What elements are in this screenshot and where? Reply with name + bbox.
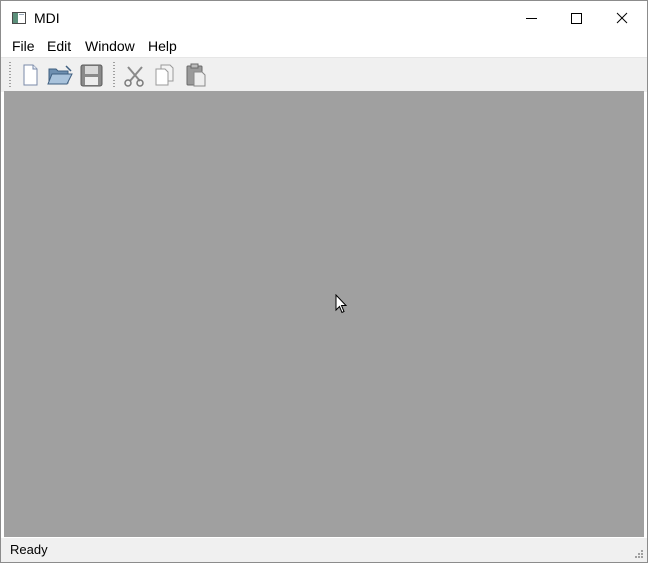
new-document-icon [23,64,38,86]
copy-pages-icon [155,64,174,86]
paste-button[interactable] [182,61,210,89]
maximize-button[interactable] [555,1,601,35]
minimize-button[interactable] [509,1,555,35]
toolbar-separator [113,62,115,88]
save-floppy-icon [80,64,103,87]
close-button[interactable] [601,1,647,35]
copy-button[interactable] [151,61,179,89]
menu-file[interactable]: File [12,38,35,54]
app-window-icon [12,12,26,24]
main-window: MDI File Edit Window Help Ready [0,0,648,563]
save-button[interactable] [77,61,105,89]
status-bar: Ready [1,538,647,562]
mdi-workspace[interactable] [4,91,644,537]
maximize-icon [571,13,582,24]
paste-clipboard-icon [186,63,206,87]
close-icon [616,12,628,24]
toolbar [1,57,647,92]
cut-button[interactable] [120,61,148,89]
window-title: MDI [34,10,60,26]
menu-window[interactable]: Window [85,38,135,54]
status-message: Ready [10,542,48,557]
menu-bar: File Edit Window Help [1,35,647,57]
toolbar-grip[interactable] [9,62,11,88]
minimize-icon [526,18,537,19]
open-button[interactable] [46,61,74,89]
cut-scissors-icon [124,66,144,87]
open-folder-icon [47,65,73,85]
new-button[interactable] [16,61,44,89]
mouse-cursor-icon [335,294,348,314]
menu-help[interactable]: Help [148,38,177,54]
title-bar[interactable]: MDI [1,1,647,35]
menu-edit[interactable]: Edit [47,38,71,54]
resize-grip-icon[interactable] [634,549,644,559]
